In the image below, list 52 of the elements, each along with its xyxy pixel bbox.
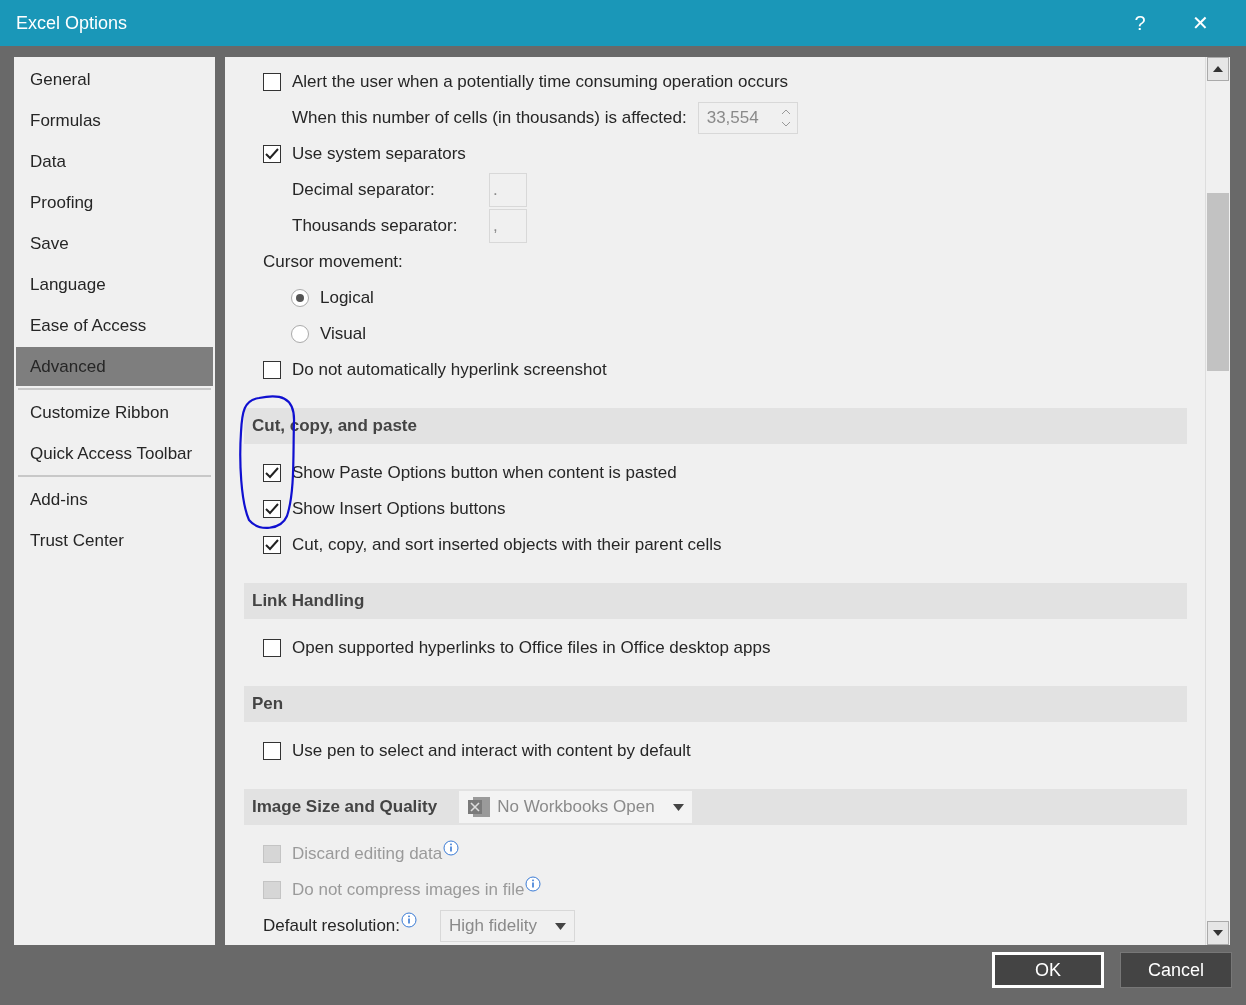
sidebar-item[interactable]: Proofing bbox=[16, 183, 213, 222]
field-label: When this number of cells (in thousands) is affected: bbox=[292, 108, 687, 128]
sidebar-item[interactable]: Data bbox=[16, 142, 213, 181]
sidebar-item[interactable]: Add-ins bbox=[16, 480, 213, 519]
scrollbar[interactable] bbox=[1205, 57, 1230, 945]
checkbox[interactable] bbox=[263, 145, 281, 163]
sidebar-item[interactable]: Customize Ribbon bbox=[16, 393, 213, 432]
caret-icon bbox=[672, 803, 684, 811]
sidebar-item[interactable]: Quick Access Toolbar bbox=[16, 434, 213, 473]
option-label: Alert the user when a potentially time consuming operation occurs bbox=[292, 72, 789, 92]
sidebar-item[interactable]: Formulas bbox=[16, 101, 213, 140]
sidebar-item[interactable]: Ease of Access bbox=[16, 306, 213, 345]
option-label: Visual bbox=[320, 324, 366, 344]
dialog-button[interactable]: OK bbox=[992, 952, 1104, 988]
field-label: Decimal separator: bbox=[292, 180, 436, 200]
checkbox[interactable] bbox=[263, 536, 281, 554]
option-label: Cut, copy, and sort inserted objects with their parent cells bbox=[292, 535, 722, 555]
option-label: Discard editing data bbox=[292, 844, 443, 864]
checkbox[interactable] bbox=[263, 742, 281, 760]
scroll-thumb[interactable] bbox=[1207, 193, 1229, 371]
caret-icon bbox=[554, 922, 566, 930]
checkbox[interactable] bbox=[263, 464, 281, 482]
option-label: Logical bbox=[320, 288, 374, 308]
info-icon[interactable] bbox=[401, 912, 418, 928]
section-title: Link Handling bbox=[252, 591, 365, 611]
dialog-button[interactable]: Cancel bbox=[1120, 952, 1232, 988]
field-label: Thousands separator: bbox=[292, 216, 459, 236]
option-label: Use pen to select and interact with content by default bbox=[292, 741, 691, 761]
field-label: Default resolution: bbox=[263, 916, 401, 936]
section-title: Image Size and Quality bbox=[252, 797, 438, 817]
option-label: Open supported hyperlinks to Office files in Office desktop apps bbox=[292, 638, 771, 658]
option-label: Do not automatically hyperlink screenshot bbox=[292, 360, 607, 380]
checkbox[interactable] bbox=[263, 639, 281, 657]
spreadsheet-icon bbox=[467, 796, 492, 818]
group-label: Cursor movement: bbox=[263, 252, 403, 272]
section-title: Pen bbox=[252, 694, 284, 714]
sidebar-item[interactable]: Advanced bbox=[16, 347, 213, 386]
checkbox[interactable] bbox=[263, 73, 281, 91]
checkbox[interactable] bbox=[263, 500, 281, 518]
sidebar-item[interactable]: General bbox=[16, 60, 213, 99]
sidebar-item[interactable]: Language bbox=[16, 265, 213, 304]
radio-button[interactable] bbox=[291, 325, 309, 343]
option-label: Do not compress images in file bbox=[292, 880, 525, 900]
option-label: Use system separators bbox=[292, 144, 466, 164]
option-label: Show Insert Options buttons bbox=[292, 499, 506, 519]
window-title: Excel Options bbox=[16, 12, 129, 34]
scroll-down-icon[interactable] bbox=[1207, 921, 1229, 945]
sidebar-item[interactable]: Save bbox=[16, 224, 213, 263]
sidebar-item[interactable]: Trust Center bbox=[16, 521, 213, 560]
checkbox[interactable] bbox=[263, 361, 281, 379]
scroll-up-icon[interactable] bbox=[1207, 57, 1229, 81]
radio-button[interactable] bbox=[291, 289, 309, 307]
